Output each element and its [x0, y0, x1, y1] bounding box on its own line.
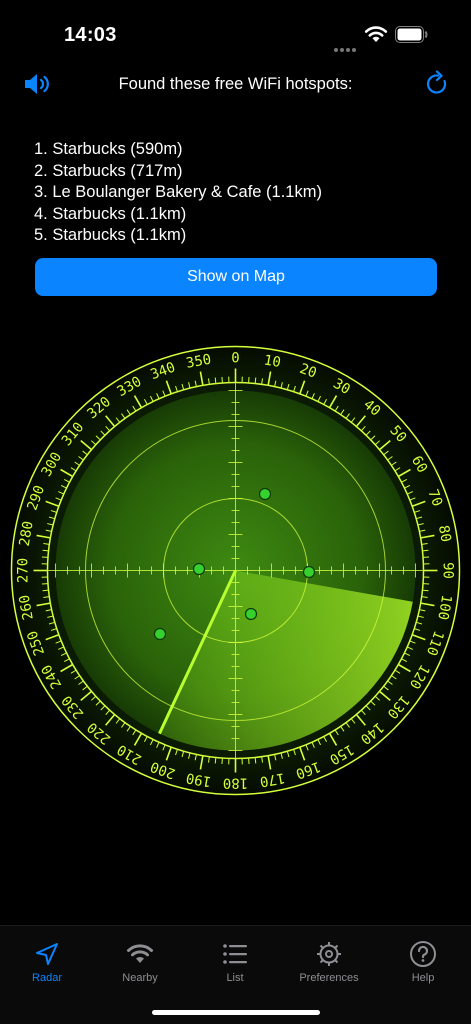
hotspot-item: 1. Starbucks (590m): [34, 140, 183, 158]
status-bar: 14:03: [0, 0, 471, 60]
dial-label: 10: [263, 352, 282, 371]
tab-nearby[interactable]: Nearby: [100, 940, 180, 984]
status-time: 14:03: [64, 24, 117, 46]
hotspot-item: 2. Starbucks (717m): [34, 161, 183, 180]
gear-icon: [317, 942, 341, 966]
radar-display: 0 10 2030405060708090100110120130140150160…: [10, 345, 461, 796]
dial-tick: [42, 549, 49, 552]
tab-label: Preferences: [299, 972, 359, 984]
tab-label: List: [226, 972, 244, 984]
tab-label: Nearby: [122, 972, 158, 984]
hotspot-blip[interactable]: [258, 487, 272, 501]
show-on-map-button[interactable]: Show on Map: [35, 258, 437, 296]
tab-label: Radar: [32, 972, 62, 984]
dial-tick: [214, 757, 217, 764]
tab-radar[interactable]: Radar: [7, 940, 87, 984]
tab-preferences[interactable]: Preferences: [289, 940, 369, 984]
wifi-icon: [127, 944, 153, 963]
dial-tick: [422, 589, 429, 592]
hotspot-blip[interactable]: [244, 607, 258, 621]
dial-label: 270: [16, 558, 32, 583]
dial-tick: [214, 377, 217, 384]
header-title: Found these free WiFi hotspots:: [118, 75, 353, 93]
hotspot-item: 3. Le Boulanger Bakery & Cafe (1.1km): [34, 183, 322, 201]
dial-label: 180: [223, 775, 248, 791]
dial-label: 80: [435, 524, 454, 543]
dial-label: 0: [231, 351, 239, 367]
dial-label: 90: [440, 562, 456, 579]
dial-tick: [254, 377, 257, 384]
hotspot-list: 1. Starbucks (590m) 2. Starbucks (717m) …: [34, 139, 322, 247]
hotspot-item: 5. Starbucks (1.1km): [34, 226, 187, 244]
header: Found these free WiFi hotspots:: [0, 62, 471, 106]
hotspot-blip[interactable]: [192, 562, 206, 576]
hotspot-item: 4. Starbucks (1.1km): [34, 204, 187, 223]
wifi-status-icon: [364, 26, 388, 42]
hotspot-blip[interactable]: [153, 627, 167, 641]
tab-help[interactable]: Help: [383, 940, 463, 984]
tab-list[interactable]: List: [195, 940, 275, 984]
tab-label: Help: [411, 972, 435, 984]
dial-tick: [254, 757, 257, 764]
dial-tick: [42, 589, 49, 592]
hotspot-blip[interactable]: [302, 565, 316, 579]
refresh-icon[interactable]: [424, 70, 450, 98]
list-icon: [223, 944, 247, 964]
help-icon: [410, 941, 436, 967]
dial-tick: [422, 549, 429, 552]
battery-icon: [395, 26, 428, 43]
cellular-signal-icon: [334, 39, 358, 57]
navigation-arrow-icon: [36, 943, 58, 965]
home-indicator: [152, 1010, 320, 1015]
